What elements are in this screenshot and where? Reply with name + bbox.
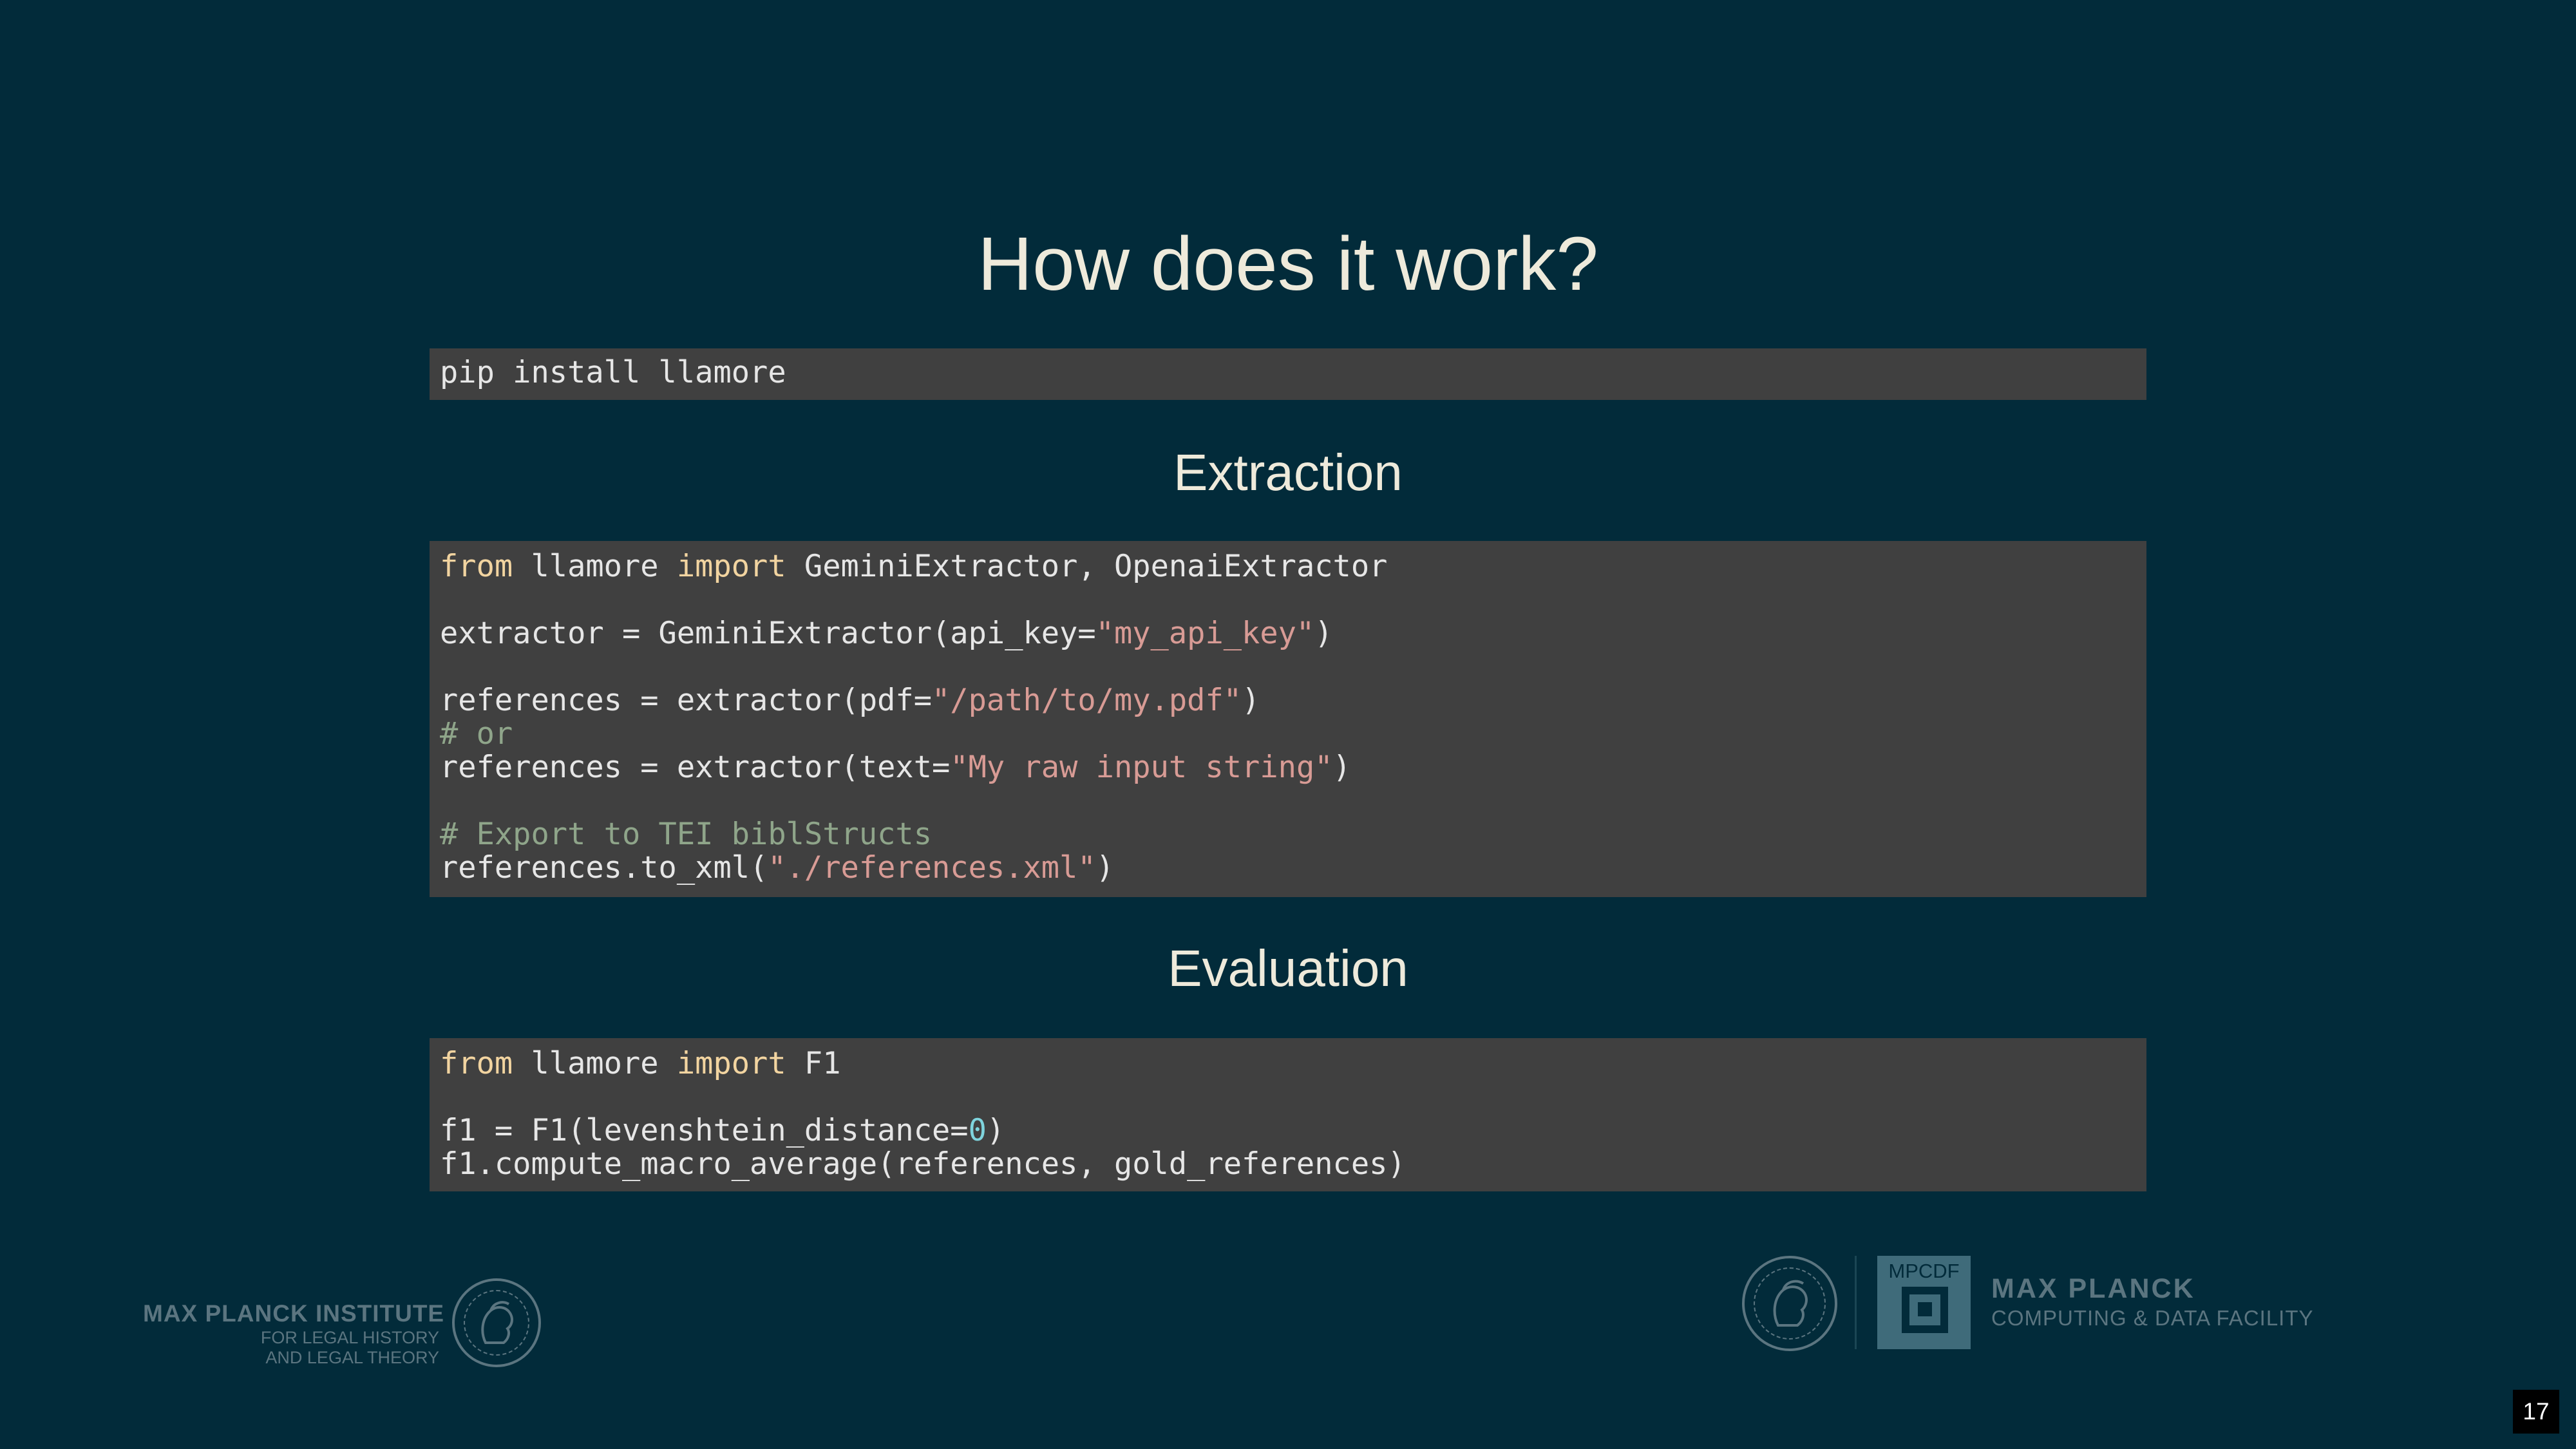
code-token: ) bbox=[1314, 616, 1333, 651]
code-token: "My raw input string" bbox=[950, 750, 1333, 785]
mpi-sub-line-1: FOR LEGAL HISTORY bbox=[260, 1328, 439, 1347]
extraction-heading: Extraction bbox=[1173, 444, 1403, 501]
mpcdf-logo: MPCDF bbox=[1877, 1256, 1971, 1349]
extraction-code-line: extractor = GeminiExtractor(api_key="my_… bbox=[440, 617, 2136, 650]
mpcdf-logo-text: MAX PLANCK COMPUTING & DATA FACILITY bbox=[1991, 1272, 2314, 1331]
minerva-seal-icon bbox=[1742, 1256, 1837, 1351]
code-token: from bbox=[440, 1046, 513, 1081]
code-token: 0 bbox=[968, 1113, 987, 1148]
code-token: "/path/to/my.pdf" bbox=[932, 683, 1242, 718]
extraction-code-line: references = extractor(text="My raw inpu… bbox=[440, 751, 2136, 784]
code-token: "my_api_key" bbox=[1095, 616, 1315, 651]
code-token: "./references.xml" bbox=[768, 850, 1096, 886]
mpcdf-box-label: MPCDF bbox=[1888, 1260, 1960, 1282]
extraction-code-line: from llamore import GeminiExtractor, Ope… bbox=[440, 550, 2136, 583]
code-token: # Export to TEI biblStructs bbox=[440, 817, 933, 852]
code-token: references = extractor(pdf= bbox=[440, 683, 933, 718]
extraction-code-line: # Export to TEI biblStructs bbox=[440, 818, 2136, 851]
code-token: llamore bbox=[513, 1046, 677, 1081]
code-token: GeminiExtractor, OpenaiExtractor bbox=[786, 549, 1388, 584]
mpcdf-sub: COMPUTING & DATA FACILITY bbox=[1991, 1306, 2314, 1330]
slide-title: How does it work? bbox=[977, 222, 1599, 307]
code-token: F1 bbox=[786, 1046, 841, 1081]
code-token: f1.compute_macro_average(references, gol… bbox=[440, 1146, 1406, 1182]
extraction-code-line: # or bbox=[440, 717, 2136, 751]
code-token: import bbox=[676, 1046, 786, 1081]
evaluation-code-line: f1 = F1(levenshtein_distance=0) bbox=[440, 1114, 2136, 1148]
code-token: extractor = GeminiExtractor(api_key= bbox=[440, 616, 1096, 651]
code-token: llamore bbox=[513, 549, 677, 584]
code-token: import bbox=[676, 549, 786, 584]
evaluation-code-line: from llamore import F1 bbox=[440, 1047, 2136, 1081]
evaluation-code-line: f1.compute_macro_average(references, gol… bbox=[440, 1148, 2136, 1181]
install-command: pip install llamore bbox=[440, 355, 786, 390]
page-number: 17 bbox=[2513, 1390, 2559, 1434]
evaluation-heading: Evaluation bbox=[1168, 940, 1408, 997]
code-token: ) bbox=[1242, 683, 1260, 718]
extraction-code-line bbox=[440, 650, 2136, 684]
code-token: ) bbox=[1332, 750, 1351, 785]
code-token: # or bbox=[440, 716, 513, 752]
evaluation-code-block: from llamore import F1 f1 = F1(levenshtei… bbox=[430, 1038, 2146, 1191]
mpcdf-name: MAX PLANCK bbox=[1991, 1273, 2195, 1304]
evaluation-code-line bbox=[440, 1081, 2136, 1114]
code-token: ) bbox=[986, 1113, 1005, 1148]
extraction-code-line bbox=[440, 583, 2136, 617]
minerva-seal-icon bbox=[452, 1278, 541, 1367]
mpi-logo-text: MAX PLANCK INSTITUTE FOR LEGAL HISTORY A… bbox=[143, 1300, 445, 1368]
mpi-name: MAX PLANCK INSTITUTE bbox=[143, 1300, 445, 1327]
mpi-sub-line-2: AND LEGAL THEORY bbox=[265, 1348, 439, 1367]
code-token: references.to_xml( bbox=[440, 850, 768, 886]
code-token: references = extractor(text= bbox=[440, 750, 951, 785]
code-token: ) bbox=[1095, 850, 1114, 886]
extraction-code-line: references = extractor(pdf="/path/to/my.… bbox=[440, 684, 2136, 717]
extraction-code-line: references.to_xml("./references.xml") bbox=[440, 851, 2136, 885]
install-code-block: pip install llamore bbox=[430, 348, 2146, 400]
code-token: f1 = F1(levenshtein_distance= bbox=[440, 1113, 969, 1148]
code-token: from bbox=[440, 549, 513, 584]
footer-divider bbox=[1855, 1256, 1857, 1349]
extraction-code-block: from llamore import GeminiExtractor, Ope… bbox=[430, 541, 2146, 897]
extraction-code-line bbox=[440, 784, 2136, 818]
